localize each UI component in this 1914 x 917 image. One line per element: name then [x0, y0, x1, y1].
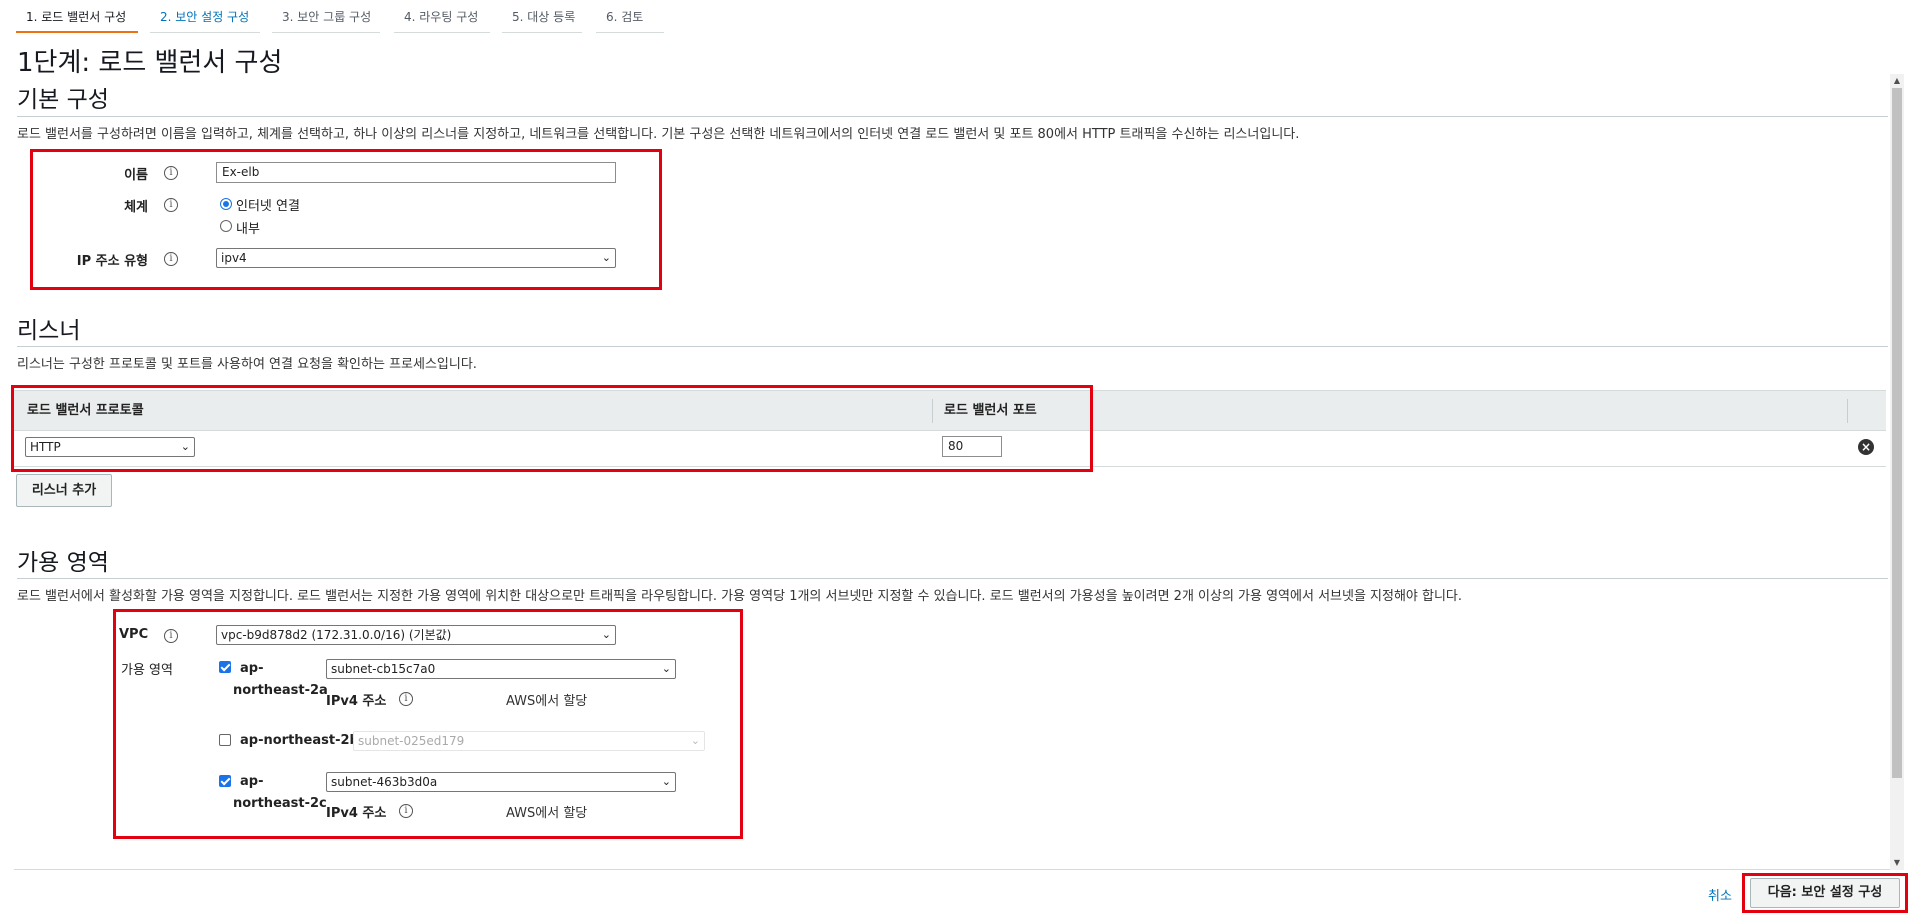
- zone-checkbox-2b[interactable]: [219, 734, 231, 746]
- zone-name-2c: northeast-2c: [233, 796, 327, 811]
- zone-checkbox-2a[interactable]: [219, 661, 231, 673]
- cancel-link[interactable]: 취소: [1708, 885, 1732, 904]
- zone-name-2a: ap-: [240, 661, 264, 676]
- basic-section-title: 기본 구성: [17, 87, 109, 113]
- tab-step-1[interactable]: 1. 로드 밸런서 구성: [16, 0, 138, 33]
- ipv4-label-2a: IPv4 주소: [326, 694, 387, 709]
- scheme-radio-internal[interactable]: [220, 220, 232, 232]
- name-label: 이름: [124, 168, 148, 183]
- tab-step-4: 4. 라우팅 구성: [394, 0, 490, 33]
- info-icon[interactable]: i: [164, 252, 178, 266]
- scheme-label: 체계: [124, 200, 148, 215]
- zone-name-2c: ap-: [240, 774, 264, 789]
- vpc-value: vpc-b9d878d2 (172.31.0.0/16) (기본값): [221, 628, 452, 642]
- tab-step-2[interactable]: 2. 보안 설정 구성: [150, 0, 260, 33]
- basic-description: 로드 밸런서를 구성하려면 이름을 입력하고, 체계를 선택하고, 하나 이상의…: [17, 127, 1300, 142]
- info-icon[interactable]: i: [399, 804, 413, 818]
- scroll-down-arrow-icon[interactable]: ▼: [1890, 856, 1904, 870]
- subnet-select-2a[interactable]: subnet-cb15c7a0 ⌄: [326, 659, 676, 679]
- ip-type-value: ipv4: [221, 251, 247, 265]
- subnet-value-2c: subnet-463b3d0a: [331, 775, 438, 789]
- listeners-section-title: 리스너: [17, 318, 81, 344]
- scroll-up-arrow-icon[interactable]: ▲: [1890, 74, 1904, 88]
- tab-step-3: 3. 보안 그룹 구성: [272, 0, 380, 33]
- zone-name-2a: northeast-2a: [233, 683, 328, 698]
- ip-type-select[interactable]: ipv4 ⌄: [216, 248, 616, 268]
- name-input[interactable]: Ex-elb: [216, 162, 616, 183]
- chevron-down-icon: ⌄: [661, 775, 671, 788]
- zone-name-2b: ap-northeast-2b: [240, 733, 359, 748]
- vpc-select[interactable]: vpc-b9d878d2 (172.31.0.0/16) (기본값) ⌄: [216, 625, 616, 645]
- az-description: 로드 밸런서에서 활성화할 가용 영역을 지정합니다. 로드 밸런서는 지정한 …: [17, 589, 1463, 604]
- ip-type-label: IP 주소 유형: [76, 254, 148, 269]
- remove-listener-icon[interactable]: ×: [1858, 439, 1874, 455]
- chevron-down-icon: ⌄: [690, 734, 700, 747]
- divider: [17, 578, 1888, 579]
- info-icon[interactable]: i: [164, 629, 178, 643]
- divider: [17, 346, 1888, 347]
- subnet-value-2b: subnet-025ed179: [358, 734, 465, 748]
- ipv4-label-2c: IPv4 주소: [326, 806, 387, 821]
- highlight-listeners: [11, 385, 1093, 472]
- ipv4-value-2a: AWS에서 할당: [506, 694, 588, 709]
- zone-checkbox-2c[interactable]: [219, 775, 231, 787]
- subnet-select-2c[interactable]: subnet-463b3d0a ⌄: [326, 772, 676, 792]
- add-listener-button[interactable]: 리스너 추가: [16, 474, 112, 507]
- ipv4-value-2c: AWS에서 할당: [506, 806, 588, 821]
- az-section-title: 가용 영역: [17, 550, 109, 576]
- scheme-radio-internet[interactable]: [220, 198, 232, 210]
- info-icon[interactable]: i: [399, 692, 413, 706]
- scheme-option-internet: 인터넷 연결: [236, 199, 300, 214]
- footer-divider: [14, 869, 1890, 870]
- subnet-value-2a: subnet-cb15c7a0: [331, 662, 436, 676]
- scrollbar-thumb[interactable]: [1892, 88, 1902, 778]
- vpc-label: VPC: [119, 627, 149, 642]
- chevron-down-icon: ⌄: [601, 251, 611, 264]
- column-separator: [1847, 399, 1848, 423]
- chevron-down-icon: ⌄: [661, 662, 671, 675]
- scheme-option-internal: 내부: [236, 222, 260, 237]
- az-label: 가용 영역: [121, 663, 173, 678]
- info-icon[interactable]: i: [164, 198, 178, 212]
- divider: [17, 116, 1888, 117]
- listeners-description: 리스너는 구성한 프로토콜 및 포트를 사용하여 연결 요청을 확인하는 프로세…: [17, 357, 477, 372]
- info-icon[interactable]: i: [164, 166, 178, 180]
- subnet-select-2b: subnet-025ed179 ⌄: [353, 731, 705, 751]
- chevron-down-icon: ⌄: [601, 628, 611, 641]
- page-title: 1단계: 로드 밸런서 구성: [17, 48, 283, 78]
- next-button[interactable]: 다음: 보안 설정 구성: [1750, 878, 1900, 908]
- tab-step-5: 5. 대상 등록: [502, 0, 582, 33]
- tab-step-6: 6. 검토: [596, 0, 664, 33]
